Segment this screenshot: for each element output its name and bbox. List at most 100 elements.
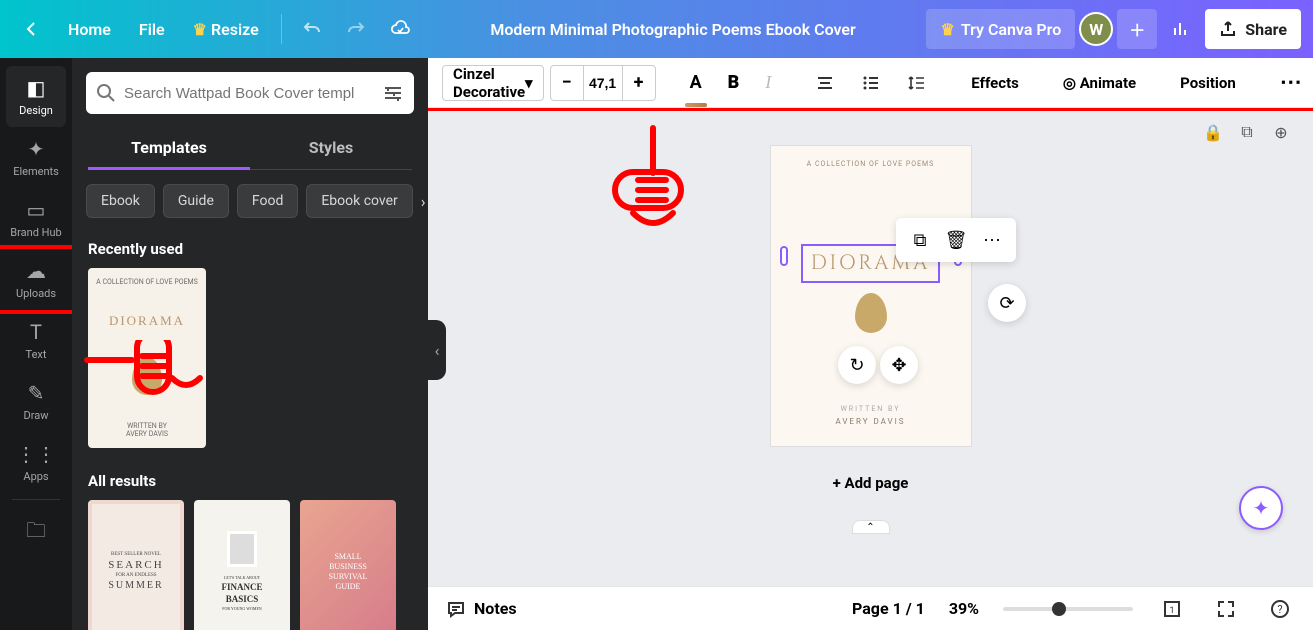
leaf-graphic[interactable] <box>855 293 887 333</box>
tab-styles[interactable]: Styles <box>250 128 412 170</box>
grid-view-handle[interactable]: ⌃ <box>852 520 890 534</box>
folder-icon: 🗀 <box>26 516 46 550</box>
rail-brand-hub[interactable]: ▭Brand Hub <box>0 188 72 249</box>
card-line: FOR YOUNG WOMEN <box>222 606 262 611</box>
card-line: BASICS <box>226 594 259 604</box>
position-button[interactable]: Position <box>1170 65 1246 101</box>
canvas-wrap: A COLLECTION OF LOVE POEMS DIORAMA WRITT… <box>428 144 1313 492</box>
rail-folder[interactable]: 🗀 <box>0 506 72 560</box>
result-card-2[interactable]: LET'S TALK ABOUT FINANCE BASICS FOR YOUN… <box>194 500 290 630</box>
lock-icon[interactable]: 🔒 <box>1201 120 1225 144</box>
font-size-decrease[interactable]: − <box>551 72 583 93</box>
footer-bar: Notes Page 1 / 1 39% 1 ? <box>428 586 1313 630</box>
result-card-3[interactable]: SMALL BUSINESS SURVIVAL GUIDE <box>300 500 396 630</box>
more-button[interactable]: ⋯ <box>1270 65 1312 101</box>
rail-draw[interactable]: ✎ Draw <box>0 371 72 432</box>
zoom-slider[interactable] <box>1003 607 1133 611</box>
undo-button[interactable] <box>292 9 332 49</box>
animate-button[interactable]: ◎ Animate <box>1053 65 1146 101</box>
svg-text:1: 1 <box>1169 606 1174 616</box>
delete-element-button[interactable]: 🗑 <box>938 224 974 256</box>
top-header: Home File ♛ Resize Modern Minimal Photog… <box>0 0 1313 58</box>
fullscreen-button[interactable] <box>1211 594 1241 624</box>
font-picker[interactable]: Cinzel Decorative ▾ <box>442 65 544 101</box>
rail-apps[interactable]: ⋮⋮Apps <box>0 432 72 493</box>
spacing-button[interactable] <box>897 65 937 101</box>
chip-scroll-right[interactable]: › <box>421 184 426 218</box>
card-line: SEARCH <box>108 559 163 571</box>
zoom-percent[interactable]: 39% <box>949 599 979 618</box>
crown-icon: ♛ <box>193 20 207 39</box>
effects-button[interactable]: Effects <box>961 65 1029 101</box>
duplicate-page-icon[interactable]: ⧉ <box>1235 120 1259 144</box>
rail-label: Draw <box>24 409 49 422</box>
add-blank-page-icon[interactable]: ⊕ <box>1269 120 1293 144</box>
regenerate-button[interactable]: ⟳ <box>988 284 1026 322</box>
align-button[interactable] <box>805 65 845 101</box>
search-input-wrap[interactable] <box>86 72 414 114</box>
card-author: AVERY DAVIS <box>126 430 168 438</box>
rail-design[interactable]: ◧Design <box>6 66 66 127</box>
drag-handle-button[interactable]: ✥ <box>880 346 918 384</box>
rail-label: Design <box>19 104 53 117</box>
apps-icon: ⋮⋮ <box>16 442 56 466</box>
selection-handle-left[interactable] <box>780 246 788 266</box>
rail-label: Elements <box>13 165 59 178</box>
main-area: Cinzel Decorative ▾ − + A B I Effects ◎ … <box>428 58 1313 586</box>
add-member-button[interactable]: ＋ <box>1117 9 1157 49</box>
design-title[interactable]: Modern Minimal Photographic Poems Ebook … <box>424 20 923 39</box>
rail-label: Uploads <box>16 287 56 300</box>
list-button[interactable] <box>851 65 891 101</box>
file-menu[interactable]: File <box>127 9 177 49</box>
card-line: GUIDE <box>336 582 361 591</box>
analytics-button[interactable] <box>1161 9 1201 49</box>
chip-food[interactable]: Food <box>237 184 298 218</box>
font-size-input[interactable] <box>583 66 623 100</box>
result-card-1[interactable]: BEST SELLER NOVEL SEARCH FOR AN ENDLESS … <box>88 500 184 630</box>
search-input[interactable] <box>124 85 374 102</box>
panel-collapse-handle[interactable]: ‹ <box>428 320 446 380</box>
back-button[interactable] <box>12 9 52 49</box>
chip-ebook-cover[interactable]: Ebook cover <box>306 184 412 218</box>
share-button[interactable]: Share <box>1205 9 1301 49</box>
rail-text[interactable]: TText <box>0 310 72 371</box>
design-page[interactable]: A COLLECTION OF LOVE POEMS DIORAMA WRITT… <box>771 146 971 446</box>
try-pro-button[interactable]: ♛Try Canva Pro <box>926 9 1075 49</box>
notes-button[interactable]: Notes <box>446 599 517 619</box>
panel-tabs: Templates Styles <box>72 128 428 170</box>
swap-rotate-button[interactable]: ↻ <box>838 346 876 384</box>
canvas-written: WRITTEN BY <box>841 405 901 413</box>
element-more-button[interactable]: ⋯ <box>974 224 1010 256</box>
font-name: Cinzel Decorative <box>453 65 525 101</box>
tab-templates[interactable]: Templates <box>88 128 250 170</box>
rail-elements[interactable]: ✦ Elements <box>0 127 72 188</box>
chip-row: Ebook Guide Food Ebook cover › <box>72 170 428 232</box>
notes-icon <box>446 599 466 619</box>
text-color-button[interactable]: A <box>680 65 712 101</box>
chip-ebook[interactable]: Ebook <box>86 184 155 218</box>
font-size-increase[interactable]: + <box>623 72 655 93</box>
cloud-save-icon[interactable] <box>380 9 420 49</box>
zoom-thumb[interactable] <box>1052 602 1066 616</box>
rail-uploads[interactable]: ☁Uploads <box>0 249 72 310</box>
filter-icon[interactable] <box>382 82 404 104</box>
bold-button[interactable]: B <box>718 65 750 101</box>
help-button[interactable]: ? <box>1265 594 1295 624</box>
add-page-button[interactable]: + Add page <box>833 474 909 492</box>
home-button[interactable]: Home <box>56 9 123 49</box>
resize-button[interactable]: ♛ Resize <box>181 9 271 49</box>
italic-button[interactable]: I <box>755 65 781 101</box>
try-pro-label: Try Canva Pro <box>961 20 1061 39</box>
redo-button[interactable] <box>336 9 376 49</box>
elements-icon: ✦ <box>28 137 45 161</box>
rail-divider <box>12 499 60 500</box>
help-bubble[interactable]: ✦ <box>1239 486 1283 530</box>
grid-view-button[interactable]: 1 <box>1157 594 1187 624</box>
card-topline: A COLLECTION OF LOVE POEMS <box>96 278 198 286</box>
page-indicator[interactable]: Page 1 / 1 <box>852 599 925 618</box>
duplicate-element-button[interactable]: ⧉ <box>902 224 938 256</box>
avatar[interactable]: W <box>1079 12 1113 46</box>
card-line: FOR AN ENDLESS <box>115 573 156 578</box>
draw-icon: ✎ <box>28 381 45 405</box>
chip-guide[interactable]: Guide <box>163 184 229 218</box>
